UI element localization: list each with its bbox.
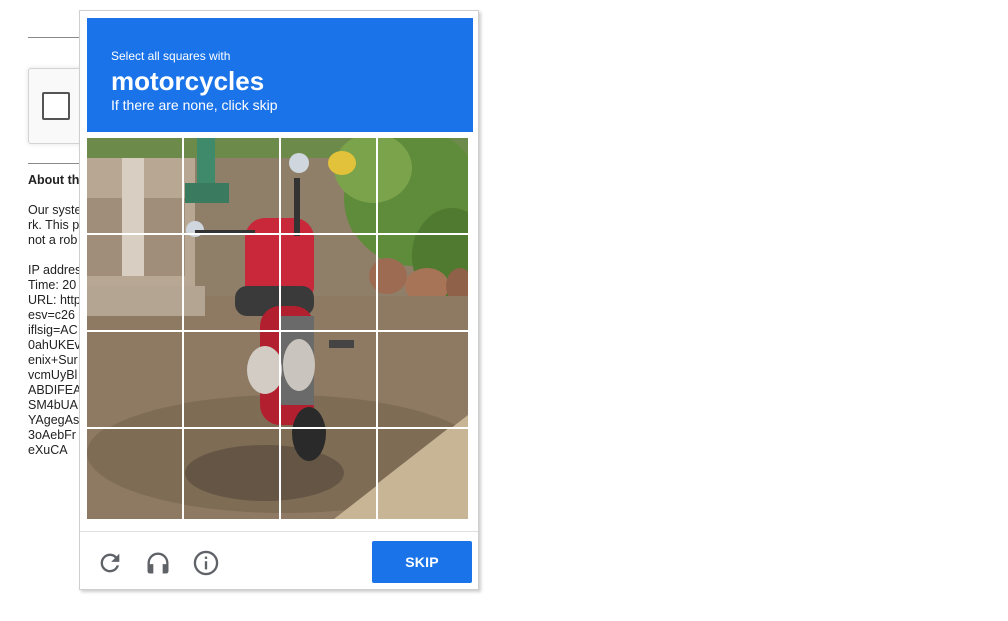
captcha-challenge-dialog: Select all squares with motorcycles If t… (79, 10, 479, 590)
image-tile[interactable] (378, 332, 473, 427)
tile-photo (378, 429, 468, 519)
instruction-hint: If there are none, click skip (111, 97, 278, 113)
image-tile[interactable] (281, 235, 376, 330)
tile-photo (281, 138, 376, 233)
image-tile[interactable] (378, 235, 473, 330)
image-tile[interactable] (281, 332, 376, 427)
headphones-icon[interactable] (144, 549, 172, 577)
image-tile[interactable] (378, 429, 473, 524)
tile-photo (378, 235, 468, 330)
tile-photo (184, 138, 279, 233)
tile-photo (281, 235, 376, 330)
recaptcha-checkbox[interactable] (42, 92, 70, 120)
image-tile[interactable] (184, 429, 279, 524)
image-tile[interactable] (87, 138, 182, 233)
tile-photo (378, 138, 468, 233)
footer-divider (80, 531, 478, 532)
info-icon[interactable] (192, 549, 220, 577)
target-object-label: motorcycles (111, 66, 265, 96)
image-tile[interactable] (87, 235, 182, 330)
challenge-header: Select all squares with motorcycles If t… (87, 18, 473, 132)
tile-photo (184, 235, 279, 330)
image-tile[interactable] (87, 332, 182, 427)
image-tile[interactable] (281, 138, 376, 233)
tile-photo (184, 429, 279, 519)
tile-photo (281, 332, 376, 427)
image-tile[interactable] (87, 429, 182, 524)
tile-photo (87, 138, 182, 233)
tile-photo (378, 332, 468, 427)
image-tile[interactable] (184, 138, 279, 233)
skip-button[interactable]: SKIP (372, 541, 472, 583)
image-grid (87, 138, 473, 524)
image-tile[interactable] (184, 235, 279, 330)
tile-photo (87, 429, 182, 519)
tile-photo (87, 332, 182, 427)
instruction-text: Select all squares with (111, 49, 231, 63)
image-tile[interactable] (281, 429, 376, 524)
image-tile[interactable] (184, 332, 279, 427)
tile-photo (184, 332, 279, 427)
tile-photo (281, 429, 376, 519)
tile-photo (87, 235, 182, 330)
reload-icon[interactable] (96, 549, 124, 577)
image-tile[interactable] (378, 138, 473, 233)
